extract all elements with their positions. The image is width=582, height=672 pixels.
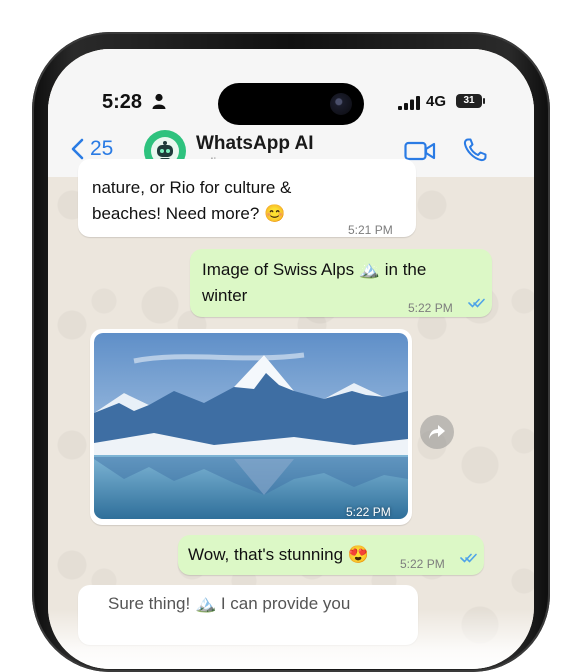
read-ticks-icon	[460, 553, 477, 563]
message-image[interactable]: 5:22 PM	[90, 329, 412, 525]
signal-icon	[398, 96, 420, 110]
message-timestamp: 5:22 PM	[408, 301, 453, 315]
unread-count: 25	[90, 137, 114, 160]
message-outgoing[interactable]: Wow, that's stunning 😍 5:22 PM	[178, 535, 484, 575]
voice-call-icon[interactable]	[462, 137, 488, 163]
bottom-fade	[48, 609, 534, 669]
message-text-line: beaches! Need more? 😊	[92, 204, 286, 223]
message-text-line: Wow, that's stunning 😍	[188, 545, 369, 564]
message-outgoing[interactable]: Image of Swiss Alps 🏔️ in the winter 5:2…	[190, 249, 492, 317]
message-text-line: Image of Swiss Alps 🏔️ in the	[202, 260, 427, 279]
contact-name[interactable]: WhatsApp AI	[196, 133, 314, 155]
status-time: 5:28	[102, 91, 143, 113]
message-text-line: nature, or Rio for culture &	[92, 178, 292, 197]
person-icon	[152, 93, 166, 109]
image-timestamp: 5:22 PM	[346, 505, 391, 519]
battery-icon: 31	[456, 94, 482, 108]
phone-screen: 5:28 4G 31 25 WhatsApp AI nature, or Rio…	[48, 49, 534, 669]
forward-arrow-icon	[429, 425, 445, 439]
message-timestamp: 5:22 PM	[400, 557, 445, 571]
video-call-icon[interactable]	[404, 141, 436, 161]
message-text-line: winter	[202, 286, 248, 305]
alps-photo[interactable]	[94, 333, 408, 519]
read-ticks-icon	[468, 298, 485, 308]
forward-button[interactable]	[420, 415, 454, 449]
battery-tip	[483, 98, 485, 104]
network-type: 4G	[426, 93, 447, 110]
message-incoming[interactable]: nature, or Rio for culture & beaches! Ne…	[78, 159, 416, 237]
front-camera	[330, 93, 352, 115]
message-timestamp: 5:21 PM	[348, 223, 393, 237]
chat-header: 5:28 4G 31 25 WhatsApp AI	[48, 49, 534, 177]
chevron-left-icon	[71, 138, 84, 160]
battery-level: 31	[463, 95, 475, 106]
back-button[interactable]: 25	[70, 137, 113, 161]
